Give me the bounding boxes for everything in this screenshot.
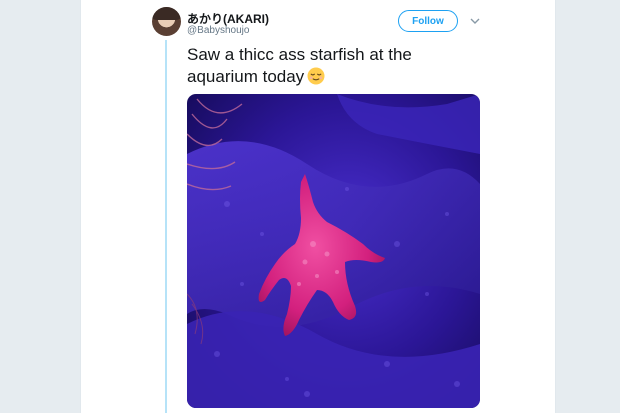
chevron-down-icon[interactable] [469, 15, 481, 27]
tweet-photo[interactable] [187, 94, 480, 408]
avatar[interactable] [152, 7, 181, 36]
avatar-hair [152, 7, 181, 20]
handle[interactable]: @Babyshoujo [187, 25, 249, 36]
tweet-text: Saw a thicc ass starfish at the aquarium… [187, 44, 487, 88]
follow-button[interactable]: Follow [398, 10, 458, 32]
thread-line [165, 40, 167, 413]
tweet-text-content: Saw a thicc ass starfish at the aquarium… [187, 45, 412, 86]
relieved-face-emoji-icon [307, 67, 325, 85]
